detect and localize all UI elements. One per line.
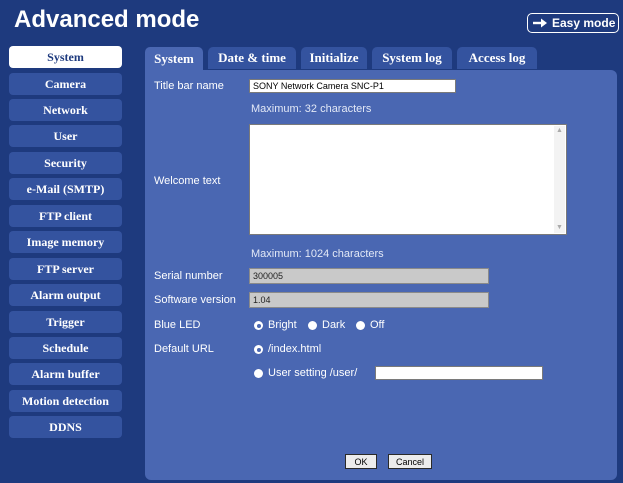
sidebar-item-label: Schedule [42, 340, 89, 355]
easy-mode-button[interactable]: Easy mode [527, 13, 619, 33]
ok-button[interactable]: OK [345, 454, 377, 469]
sidebar-item-label: Image memory [26, 234, 105, 249]
sidebar-item-trigger[interactable]: Trigger [9, 311, 122, 333]
sidebar-item-motion-detection[interactable]: Motion detection [9, 390, 122, 412]
app-window: Advanced mode Easy mode System Camera Ne… [0, 0, 623, 483]
welcome-max-note: Maximum: 1024 characters [251, 248, 384, 260]
sidebar-item-camera[interactable]: Camera [9, 73, 122, 95]
sidebar-item-label: FTP server [37, 261, 94, 276]
sidebar-item-label: User [53, 128, 78, 143]
sidebar-item-user[interactable]: User [9, 125, 122, 147]
sidebar-item-label: Motion detection [22, 393, 109, 408]
default-url-index-radio[interactable] [254, 345, 263, 354]
cancel-button[interactable]: Cancel [388, 454, 432, 469]
title-bar-name-input[interactable]: SONY Network Camera SNC-P1 [249, 79, 456, 93]
tab-label: System [154, 51, 194, 66]
header-bar: Advanced mode Easy mode [0, 0, 623, 41]
sidebar-item-alarm-buffer[interactable]: Alarm buffer [9, 363, 122, 385]
sidebar-item-label: Alarm buffer [31, 366, 100, 381]
serial-number-field: 300005 [249, 268, 489, 284]
sidebar-item-label: Alarm output [30, 287, 101, 302]
blue-led-bright-radio[interactable] [254, 321, 263, 330]
sidebar-item-label: Camera [44, 76, 87, 91]
blue-led-bright-label: Bright [268, 319, 297, 331]
textarea-scrollbar[interactable]: ▲ ▼ [554, 126, 565, 233]
sidebar-item-label: System [47, 49, 84, 64]
title-bar-name-label: Title bar name [154, 80, 224, 92]
sidebar-item-ftp-client[interactable]: FTP client [9, 205, 122, 227]
default-url-label: Default URL [154, 343, 214, 355]
sidebar-item-schedule[interactable]: Schedule [9, 337, 122, 359]
sidebar-item-ddns[interactable]: DDNS [9, 416, 122, 438]
tab-access-log[interactable]: Access log [457, 47, 537, 69]
tab-initialize[interactable]: Initialize [301, 47, 367, 69]
sidebar-item-label: Network [43, 102, 88, 117]
sidebar-item-label: Security [44, 155, 87, 170]
sidebar-item-alarm-output[interactable]: Alarm output [9, 284, 122, 306]
user-url-input[interactable] [375, 366, 543, 380]
software-version-label: Software version [154, 294, 236, 306]
blue-led-dark-label: Dark [322, 319, 346, 331]
arrow-right-icon [532, 17, 549, 29]
tab-date-time[interactable]: Date & time [208, 47, 296, 69]
sidebar-item-security[interactable]: Security [9, 152, 122, 174]
sidebar-item-label: FTP client [39, 208, 92, 223]
sidebar-item-network[interactable]: Network [9, 99, 122, 121]
serial-number-label: Serial number [154, 270, 223, 282]
blue-led-off-radio[interactable] [356, 321, 365, 330]
tab-system-log[interactable]: System log [372, 47, 452, 69]
page-title: Advanced mode [14, 6, 200, 33]
welcome-text-input[interactable]: ▲ ▼ [249, 124, 567, 235]
tab-label: Initialize [309, 50, 359, 65]
scroll-up-icon[interactable]: ▲ [555, 126, 564, 136]
blue-led-off-label: Off [370, 319, 385, 331]
sidebar-item-label: e-Mail (SMTP) [26, 181, 105, 196]
scroll-down-icon[interactable]: ▼ [555, 223, 564, 233]
sidebar-item-image-memory[interactable]: Image memory [9, 231, 122, 253]
software-version-field: 1.04 [249, 292, 489, 308]
welcome-text-label: Welcome text [154, 175, 221, 187]
sidebar-item-label: DDNS [49, 419, 82, 434]
easy-mode-label: Easy mode [552, 16, 616, 30]
default-url-user-radio[interactable] [254, 369, 263, 378]
sidebar-item-ftp-server[interactable]: FTP server [9, 258, 122, 280]
tab-system[interactable]: System [145, 47, 203, 71]
default-url-user-label: User setting /user/ [268, 367, 358, 379]
blue-led-dark-radio[interactable] [308, 321, 317, 330]
sidebar-item-email-smtp[interactable]: e-Mail (SMTP) [9, 178, 122, 200]
sidebar-item-label: Trigger [46, 314, 85, 329]
blue-led-label: Blue LED [154, 319, 201, 331]
sidebar-item-system[interactable]: System [9, 46, 122, 68]
tab-label: Access log [468, 50, 526, 65]
tab-label: Date & time [218, 50, 286, 65]
tab-label: System log [382, 50, 442, 65]
default-url-index-label: /index.html [268, 343, 322, 355]
title-max-note: Maximum: 32 characters [251, 103, 372, 115]
